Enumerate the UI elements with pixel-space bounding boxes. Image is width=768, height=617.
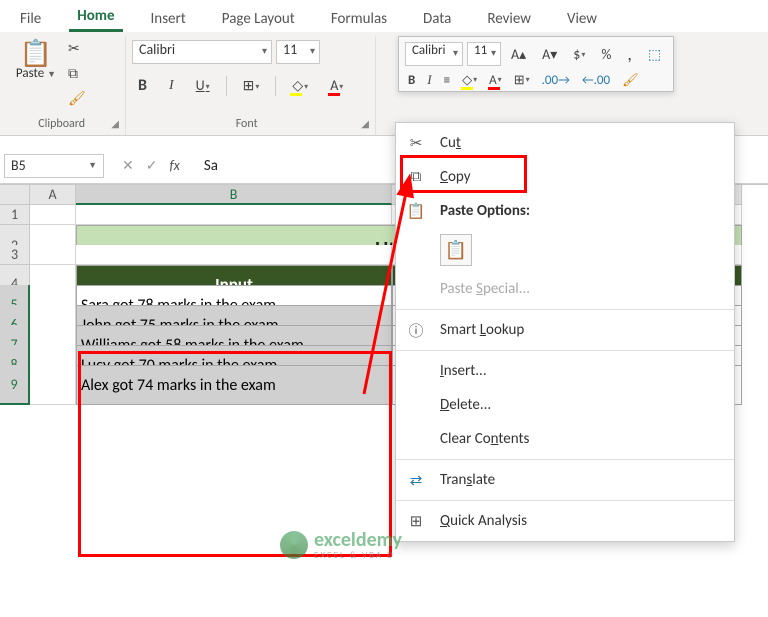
row-header[interactable]: 1 [0, 205, 30, 225]
ctx-smart-lookup[interactable]: ⓘ Smart Lookup [396, 313, 734, 347]
copy-icon: ⧉ [406, 168, 426, 186]
font-group-label: Font [236, 117, 258, 131]
tab-home[interactable]: Home [69, 3, 122, 32]
mini-font-name[interactable]: Calibri [405, 42, 463, 66]
context-menu: ✂ Cut ⧉ Copy 📋 Paste Options: 📋 Paste Sp… [395, 122, 735, 542]
ctx-cut[interactable]: ✂ Cut [396, 126, 734, 160]
mini-format-painter[interactable]: 🖌 [619, 72, 642, 89]
percent-icon[interactable]: % [595, 44, 617, 65]
mini-fill-color[interactable]: ◇▾ [459, 72, 480, 89]
select-all-corner[interactable] [0, 185, 30, 205]
font-size-select[interactable]: 11 [276, 40, 320, 64]
mini-inc-decimal[interactable]: ←.00 [579, 72, 613, 89]
dialog-launcher-icon[interactable]: ◢ [111, 117, 119, 130]
format-painter-icon[interactable]: 🖌 [64, 88, 90, 109]
copy-icon[interactable]: ⧉ [64, 63, 90, 84]
ctx-delete[interactable]: Delete... [396, 388, 734, 422]
merge-icon[interactable]: ⬚ [642, 44, 667, 65]
col-header-b[interactable]: B [76, 185, 392, 205]
clipboard-icon: 📋 [406, 202, 426, 221]
tab-formulas[interactable]: Formulas [323, 6, 395, 32]
mini-font-size[interactable]: 11 [467, 42, 501, 66]
increase-font-icon[interactable]: A▴ [505, 44, 532, 65]
tab-file[interactable]: File [12, 6, 49, 32]
cut-icon[interactable]: ✂ [64, 38, 90, 59]
mini-toolbar: Calibri 11 A▴ A▾ $▾ % , ⬚ B I ≡ ◇▾ A▾ ⊞▾… [398, 36, 674, 92]
ctx-clear-contents[interactable]: Clear Contents [396, 422, 734, 456]
separator [396, 459, 734, 460]
ctx-quick-analysis[interactable]: ⊞ Quick Analysis [396, 504, 734, 538]
mini-font-color[interactable]: A▾ [486, 72, 505, 89]
fill-color-button[interactable]: ◇▾ [286, 75, 314, 96]
decrease-font-icon[interactable]: A▾ [536, 44, 563, 65]
ctx-copy[interactable]: ⧉ Copy [396, 160, 734, 194]
font-color-button[interactable]: A▾ [324, 75, 349, 96]
ctx-paste-option-default[interactable]: 📋 [396, 228, 734, 272]
cancel-icon[interactable]: ✕ [122, 157, 134, 174]
paste-icon: 📋 [440, 234, 472, 266]
mini-borders[interactable]: ⊞▾ [511, 72, 533, 89]
cell[interactable] [76, 205, 392, 225]
separator [396, 500, 734, 501]
dialog-launcher-icon[interactable]: ◢ [361, 117, 369, 130]
italic-button[interactable]: I [163, 76, 180, 96]
tab-view[interactable]: View [559, 6, 605, 32]
mini-dec-decimal[interactable]: .00→ [539, 72, 573, 89]
font-name-select[interactable]: Calibri [132, 40, 272, 64]
chevron-down-icon: ▼ [88, 160, 97, 171]
tab-insert[interactable]: Insert [143, 6, 194, 32]
cell[interactable] [30, 205, 76, 225]
paste-label: Paste [16, 66, 44, 81]
mini-italic[interactable]: I [424, 71, 434, 89]
chevron-down-icon: ▼ [47, 69, 56, 80]
ribbon-tabs: File Home Insert Page Layout Formulas Da… [0, 0, 768, 32]
search-icon: ⓘ [406, 320, 426, 341]
logo-icon [280, 531, 308, 559]
watermark: exceldemy EXCEL & VBA D [280, 528, 402, 561]
row-header[interactable]: 9 [0, 365, 30, 405]
ctx-translate[interactable]: ⇄ Translate [396, 463, 734, 497]
mini-align[interactable]: ≡ [441, 72, 453, 89]
tab-page-layout[interactable]: Page Layout [214, 6, 303, 32]
cell[interactable] [30, 245, 76, 265]
clipboard-icon: 📋 [12, 40, 60, 66]
quick-analysis-icon: ⊞ [406, 512, 426, 531]
cell[interactable] [76, 245, 392, 265]
ctx-paste-options-label: 📋 Paste Options: [396, 194, 734, 228]
enter-icon[interactable]: ✓ [146, 157, 158, 174]
bold-button[interactable]: B [132, 74, 153, 97]
separator [396, 309, 734, 310]
fx-icon[interactable]: fx [169, 157, 179, 174]
comma-icon[interactable]: , [621, 41, 638, 67]
cell[interactable] [30, 365, 76, 405]
ctx-paste-special: Paste Special... [396, 272, 734, 306]
tab-data[interactable]: Data [415, 6, 459, 32]
borders-button[interactable]: ⊞▾ [237, 75, 266, 96]
name-box[interactable]: B5▼ [4, 154, 104, 178]
row-header[interactable]: 3 [0, 245, 30, 265]
paste-button[interactable]: 📋 Paste ▼ [12, 36, 60, 81]
tab-review[interactable]: Review [479, 6, 539, 32]
col-header-a[interactable]: A [30, 185, 76, 205]
clipboard-group-label: Clipboard [38, 117, 85, 131]
separator [396, 350, 734, 351]
data-cell[interactable]: Alex got 74 marks in the exam [76, 365, 392, 405]
scissors-icon: ✂ [406, 134, 426, 153]
translate-icon: ⇄ [406, 471, 426, 490]
mini-bold[interactable]: B [405, 72, 418, 89]
ctx-insert[interactable]: Insert... [396, 354, 734, 388]
currency-icon[interactable]: $▾ [567, 44, 591, 65]
underline-button[interactable]: U▾ [190, 75, 216, 96]
